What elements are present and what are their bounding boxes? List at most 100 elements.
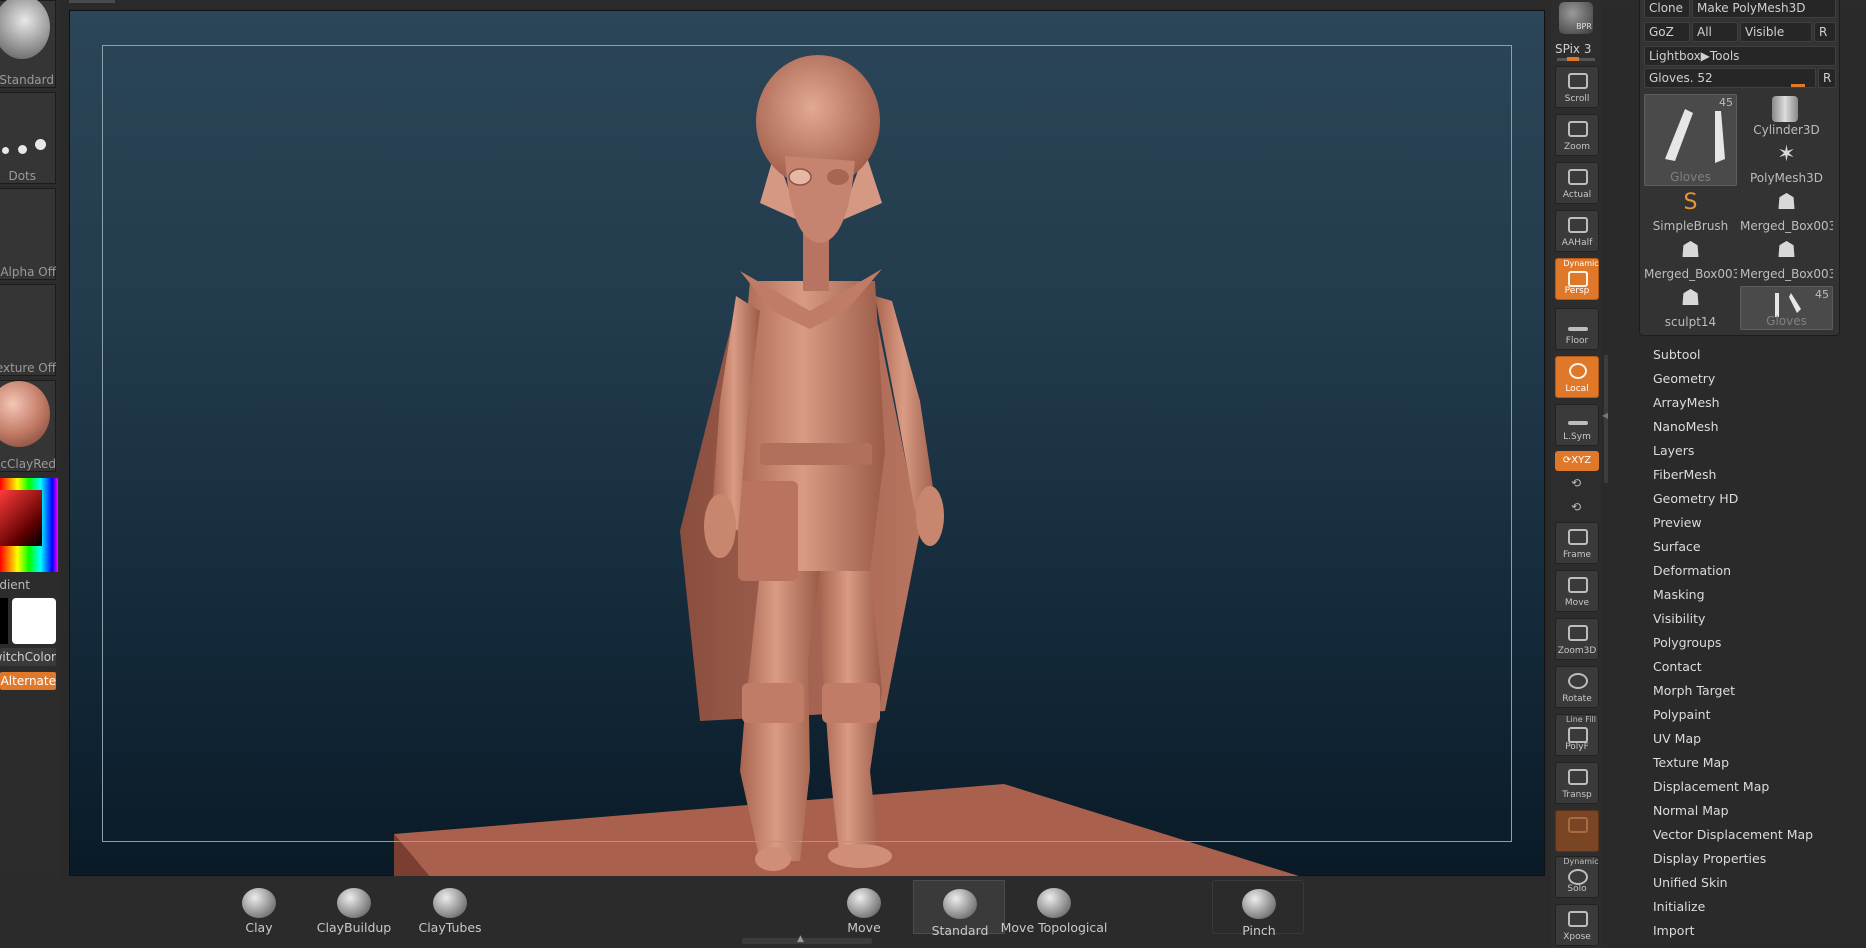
secondary-color-swatch[interactable] bbox=[12, 598, 56, 644]
tool-slider-r-button[interactable]: R bbox=[1818, 68, 1836, 88]
menu-item-layers[interactable]: Layers bbox=[1653, 441, 1853, 465]
rotate-xyz-button[interactable]: ⟳XYZ bbox=[1555, 451, 1599, 471]
menu-item-polygroups[interactable]: Polygroups bbox=[1653, 633, 1853, 657]
viewport-canvas[interactable] bbox=[69, 10, 1545, 877]
tool-name: Merged_Box0030 bbox=[1644, 267, 1737, 281]
menu-item-arraymesh[interactable]: ArrayMesh bbox=[1653, 393, 1853, 417]
actual-button[interactable]: Actual bbox=[1555, 162, 1599, 204]
alpha-label: Alpha Off bbox=[0, 265, 56, 279]
lsym-button[interactable]: L.Sym bbox=[1555, 404, 1599, 446]
tool-thumb-simplebrush[interactable]: S SimpleBrush bbox=[1644, 190, 1737, 234]
ghost-button[interactable] bbox=[1555, 810, 1599, 852]
menu-item-morph-target[interactable]: Morph Target bbox=[1653, 681, 1853, 705]
menu-item-import[interactable]: Import bbox=[1653, 921, 1853, 945]
tool-thumb-sculpt14[interactable]: ☗ sculpt14 bbox=[1644, 286, 1737, 330]
tool-thumb-merged-box[interactable]: ☗ Merged_Box0030 bbox=[1740, 238, 1833, 282]
alternate-button[interactable]: Alternate bbox=[0, 672, 56, 690]
material-thumbnail[interactable]: BasicClayRed bbox=[0, 380, 56, 472]
menu-item-uv-map[interactable]: UV Map bbox=[1653, 729, 1853, 753]
menu-item-fibermesh[interactable]: FiberMesh bbox=[1653, 465, 1853, 489]
clone-button[interactable]: Clone bbox=[1644, 0, 1690, 18]
menu-item-preview[interactable]: Preview bbox=[1653, 513, 1853, 537]
tool-slider[interactable]: Gloves. 52 bbox=[1644, 68, 1816, 88]
move-button[interactable]: Move bbox=[1555, 570, 1599, 612]
menu-item-masking[interactable]: Masking bbox=[1653, 585, 1853, 609]
brush-move[interactable]: Move bbox=[818, 880, 910, 935]
bpr-render-button[interactable]: BPR bbox=[1559, 2, 1593, 34]
brush-thumbnail[interactable]: Standard bbox=[0, 0, 56, 88]
goz-button[interactable]: GoZ bbox=[1644, 22, 1690, 42]
goz-visible-button[interactable]: Visible bbox=[1740, 22, 1812, 42]
brush-move-topological[interactable]: Move Topological bbox=[1001, 880, 1107, 935]
tool-thumb-cylinder3d[interactable]: Cylinder3D bbox=[1740, 94, 1833, 138]
persp-button[interactable]: Dynamic Persp bbox=[1555, 258, 1599, 300]
menu-item-unified-skin[interactable]: Unified Skin bbox=[1653, 873, 1853, 897]
collapse-arrow-icon[interactable]: ◂ bbox=[1602, 408, 1608, 422]
zoom-button[interactable]: Zoom bbox=[1555, 114, 1599, 156]
menu-item-vector-displacement-map[interactable]: Vector Displacement Map bbox=[1653, 825, 1853, 849]
lightbox-tools-button[interactable]: Lightbox▶Tools bbox=[1644, 46, 1836, 66]
brush-pinch[interactable]: Pinch bbox=[1212, 880, 1304, 938]
document-tab[interactable] bbox=[69, 0, 115, 3]
menu-item-initialize[interactable]: Initialize bbox=[1653, 897, 1853, 921]
tool-palette: Clone Make PolyMesh3D GoZ All Visible R … bbox=[1639, 0, 1840, 336]
menu-item-deformation[interactable]: Deformation bbox=[1653, 561, 1853, 585]
menu-item-normal-map[interactable]: Normal Map bbox=[1653, 801, 1853, 825]
rotate-button[interactable]: Rotate bbox=[1555, 666, 1599, 708]
tool-slider-knob[interactable] bbox=[1791, 84, 1805, 87]
solo-button[interactable]: Dynamic Solo bbox=[1555, 856, 1599, 898]
tool-thumb-gloves-2[interactable]: 45 Gloves bbox=[1740, 286, 1833, 330]
dynamic-label: Dynamic bbox=[1563, 259, 1599, 268]
stroke-thumbnail[interactable]: Dots bbox=[0, 92, 56, 184]
rotate-z-icon[interactable]: ⟲ bbox=[1551, 500, 1601, 514]
menu-item-surface[interactable]: Surface bbox=[1653, 537, 1853, 561]
menu-item-displacement-map[interactable]: Displacement Map bbox=[1653, 777, 1853, 801]
alpha-thumbnail[interactable]: Alpha Off bbox=[0, 188, 56, 280]
menu-item-texture-map[interactable]: Texture Map bbox=[1653, 753, 1853, 777]
local-button[interactable]: Local bbox=[1555, 356, 1599, 398]
shelf-scroll-handle[interactable]: ▲ bbox=[742, 934, 872, 944]
goz-r-button[interactable]: R bbox=[1814, 22, 1836, 42]
menu-item-subtool[interactable]: Subtool bbox=[1653, 345, 1853, 369]
scroll-button[interactable]: Scroll bbox=[1555, 66, 1599, 108]
tool-thumb-merged-box[interactable]: ☗ Merged_Box0030 bbox=[1740, 190, 1833, 234]
floor-button[interactable]: Floor bbox=[1555, 308, 1599, 350]
switch-color-button[interactable]: SwitchColor bbox=[0, 648, 56, 666]
scroll-label: Scroll bbox=[1564, 94, 1590, 104]
color-square[interactable] bbox=[0, 490, 42, 546]
brush-claybuildup[interactable]: ClayBuildup bbox=[308, 880, 400, 935]
move-label: Move bbox=[1564, 598, 1590, 608]
primary-color-swatch[interactable] bbox=[0, 598, 8, 644]
menu-item-display-properties[interactable]: Display Properties bbox=[1653, 849, 1853, 873]
frame-button[interactable]: Frame bbox=[1555, 522, 1599, 564]
brush-clay[interactable]: Clay bbox=[213, 880, 305, 935]
tool-count: 45 bbox=[1815, 288, 1829, 301]
dynamic-solo-label: Dynamic bbox=[1563, 857, 1599, 866]
menu-item-nanomesh[interactable]: NanoMesh bbox=[1653, 417, 1853, 441]
gradient-label: Gradient bbox=[0, 578, 30, 592]
texture-thumbnail[interactable]: Texture Off bbox=[0, 284, 56, 376]
color-picker[interactable] bbox=[0, 478, 58, 572]
tool-thumb-gloves[interactable]: 45 Gloves bbox=[1644, 94, 1737, 186]
brush-standard[interactable]: Standard bbox=[913, 880, 1005, 938]
brush-ball-icon bbox=[847, 888, 881, 918]
menu-item-geometry-hd[interactable]: Geometry HD bbox=[1653, 489, 1853, 513]
menu-item-geometry[interactable]: Geometry bbox=[1653, 369, 1853, 393]
menu-item-visibility[interactable]: Visibility bbox=[1653, 609, 1853, 633]
xpose-button[interactable]: Xpose bbox=[1555, 904, 1599, 946]
frame-label: Frame bbox=[1562, 550, 1592, 560]
menu-item-contact[interactable]: Contact bbox=[1653, 657, 1853, 681]
zoom3d-button[interactable]: Zoom3D bbox=[1555, 618, 1599, 660]
tool-name: Gloves bbox=[1766, 314, 1807, 328]
polyf-button[interactable]: Line Fill PolyF bbox=[1555, 714, 1599, 756]
tool-thumb-polymesh3d[interactable]: ✶ PolyMesh3D bbox=[1740, 142, 1833, 186]
magnifier-icon bbox=[1568, 217, 1588, 233]
transp-button[interactable]: Transp bbox=[1555, 762, 1599, 804]
tool-thumb-merged-box[interactable]: ☗ Merged_Box0030 bbox=[1644, 238, 1737, 282]
menu-item-polypaint[interactable]: Polypaint bbox=[1653, 705, 1853, 729]
aahalf-button[interactable]: AAHalf bbox=[1555, 210, 1599, 252]
brush-claytubes[interactable]: ClayTubes bbox=[404, 880, 496, 935]
make-polymesh-button[interactable]: Make PolyMesh3D bbox=[1692, 0, 1836, 18]
goz-all-button[interactable]: All bbox=[1692, 22, 1738, 42]
rotate-y-icon[interactable]: ⟲ bbox=[1551, 476, 1601, 490]
